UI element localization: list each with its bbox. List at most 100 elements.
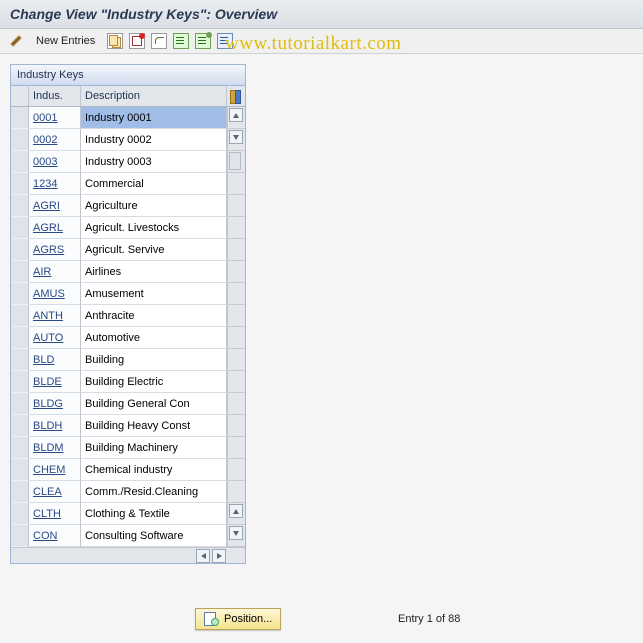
delete-icon[interactable]: [129, 33, 145, 49]
industry-desc-cell[interactable]: Airlines: [81, 261, 227, 283]
scroll-down-button[interactable]: [229, 526, 243, 540]
row-selector[interactable]: [11, 437, 29, 459]
row-selector[interactable]: [11, 415, 29, 437]
row-selector[interactable]: [11, 459, 29, 481]
industry-code-cell[interactable]: BLDE: [29, 371, 81, 393]
industry-desc-cell[interactable]: Commercial: [81, 173, 227, 195]
industry-desc-cell[interactable]: Industry 0001: [81, 107, 227, 129]
industry-desc-cell[interactable]: Anthracite: [81, 305, 227, 327]
vertical-scrollbar-track[interactable]: [227, 173, 245, 195]
row-selector[interactable]: [11, 283, 29, 305]
industry-code-cell[interactable]: CLTH: [29, 503, 81, 525]
industry-desc-cell[interactable]: Chemical industry: [81, 459, 227, 481]
page-up-button[interactable]: [229, 504, 243, 518]
scroll-up-button[interactable]: [229, 108, 243, 122]
toggle-display-change-icon[interactable]: [8, 33, 24, 49]
vertical-scrollbar-track[interactable]: [227, 239, 245, 261]
industry-code-cell[interactable]: 0002: [29, 129, 81, 151]
industry-desc-cell[interactable]: Agriculture: [81, 195, 227, 217]
industry-desc-cell[interactable]: Industry 0003: [81, 151, 227, 173]
industry-desc-cell[interactable]: Agricult. Servive: [81, 239, 227, 261]
industry-desc-cell[interactable]: Clothing & Textile: [81, 503, 227, 525]
row-selector[interactable]: [11, 195, 29, 217]
vertical-scrollbar-track[interactable]: [227, 503, 245, 525]
row-selector[interactable]: [11, 393, 29, 415]
industry-desc-cell[interactable]: Amusement: [81, 283, 227, 305]
industry-desc-cell[interactable]: Building Heavy Const: [81, 415, 227, 437]
select-block-icon[interactable]: [195, 33, 211, 49]
vertical-scrollbar-track[interactable]: [227, 217, 245, 239]
vertical-scrollbar-track[interactable]: [227, 437, 245, 459]
vertical-scrollbar-track[interactable]: [227, 283, 245, 305]
industry-code-cell[interactable]: AUTO: [29, 327, 81, 349]
vertical-scrollbar-track[interactable]: [227, 481, 245, 503]
row-selector[interactable]: [11, 239, 29, 261]
row-selector[interactable]: [11, 481, 29, 503]
new-entries-button[interactable]: New Entries: [30, 33, 101, 49]
vertical-scrollbar-track[interactable]: [227, 261, 245, 283]
table-settings-button[interactable]: [227, 86, 245, 106]
page-down-button[interactable]: [229, 130, 243, 144]
row-selector[interactable]: [11, 327, 29, 349]
vertical-scrollbar-track[interactable]: [227, 107, 245, 129]
row-selector[interactable]: [11, 305, 29, 327]
vertical-scrollbar-track[interactable]: [227, 349, 245, 371]
scrollbar-thumb[interactable]: [229, 152, 241, 170]
undo-change-icon[interactable]: [151, 33, 167, 49]
industry-code-cell[interactable]: BLDG: [29, 393, 81, 415]
industry-desc-cell[interactable]: Building General Con: [81, 393, 227, 415]
row-selector[interactable]: [11, 525, 29, 547]
row-selector[interactable]: [11, 129, 29, 151]
vertical-scrollbar-track[interactable]: [227, 525, 245, 547]
industry-desc-cell[interactable]: Agricult. Livestocks: [81, 217, 227, 239]
position-button[interactable]: Position...: [195, 608, 281, 630]
vertical-scrollbar-track[interactable]: [227, 151, 245, 173]
industry-desc-cell[interactable]: Consulting Software: [81, 525, 227, 547]
vertical-scrollbar-track[interactable]: [227, 393, 245, 415]
row-selector[interactable]: [11, 349, 29, 371]
industry-code-cell[interactable]: ANTH: [29, 305, 81, 327]
industry-desc-cell[interactable]: Automotive: [81, 327, 227, 349]
row-selector[interactable]: [11, 217, 29, 239]
industry-desc-cell[interactable]: Building: [81, 349, 227, 371]
industry-code-cell[interactable]: AGRS: [29, 239, 81, 261]
industry-code-cell[interactable]: AGRI: [29, 195, 81, 217]
industry-code-cell[interactable]: 1234: [29, 173, 81, 195]
industry-code-cell[interactable]: CHEM: [29, 459, 81, 481]
scroll-right-button[interactable]: [212, 549, 226, 563]
header-select-all[interactable]: [11, 86, 29, 106]
industry-code-cell[interactable]: BLDM: [29, 437, 81, 459]
header-indus[interactable]: Indus.: [29, 86, 81, 106]
row-selector[interactable]: [11, 173, 29, 195]
select-all-icon[interactable]: [173, 33, 189, 49]
vertical-scrollbar-track[interactable]: [227, 305, 245, 327]
row-selector[interactable]: [11, 261, 29, 283]
vertical-scrollbar-track[interactable]: [227, 415, 245, 437]
industry-code-cell[interactable]: BLDH: [29, 415, 81, 437]
row-selector[interactable]: [11, 371, 29, 393]
industry-code-cell[interactable]: 0003: [29, 151, 81, 173]
industry-code-cell[interactable]: 0001: [29, 107, 81, 129]
vertical-scrollbar-track[interactable]: [227, 129, 245, 151]
industry-code-cell[interactable]: CLEA: [29, 481, 81, 503]
industry-code-cell[interactable]: AIR: [29, 261, 81, 283]
industry-desc-cell[interactable]: Comm./Resid.Cleaning: [81, 481, 227, 503]
industry-code-cell[interactable]: CON: [29, 525, 81, 547]
row-selector[interactable]: [11, 503, 29, 525]
industry-desc-cell[interactable]: Building Machinery: [81, 437, 227, 459]
deselect-all-icon[interactable]: [217, 33, 233, 49]
row-selector[interactable]: [11, 151, 29, 173]
vertical-scrollbar-track[interactable]: [227, 195, 245, 217]
vertical-scrollbar-track[interactable]: [227, 459, 245, 481]
industry-desc-cell[interactable]: Building Electric: [81, 371, 227, 393]
row-selector[interactable]: [11, 107, 29, 129]
industry-code-cell[interactable]: AMUS: [29, 283, 81, 305]
industry-code-cell[interactable]: BLD: [29, 349, 81, 371]
header-description[interactable]: Description: [81, 86, 227, 106]
industry-desc-cell[interactable]: Industry 0002: [81, 129, 227, 151]
vertical-scrollbar-track[interactable]: [227, 371, 245, 393]
copy-as-icon[interactable]: [107, 33, 123, 49]
vertical-scrollbar-track[interactable]: [227, 327, 245, 349]
industry-code-cell[interactable]: AGRL: [29, 217, 81, 239]
scroll-left-button[interactable]: [196, 549, 210, 563]
